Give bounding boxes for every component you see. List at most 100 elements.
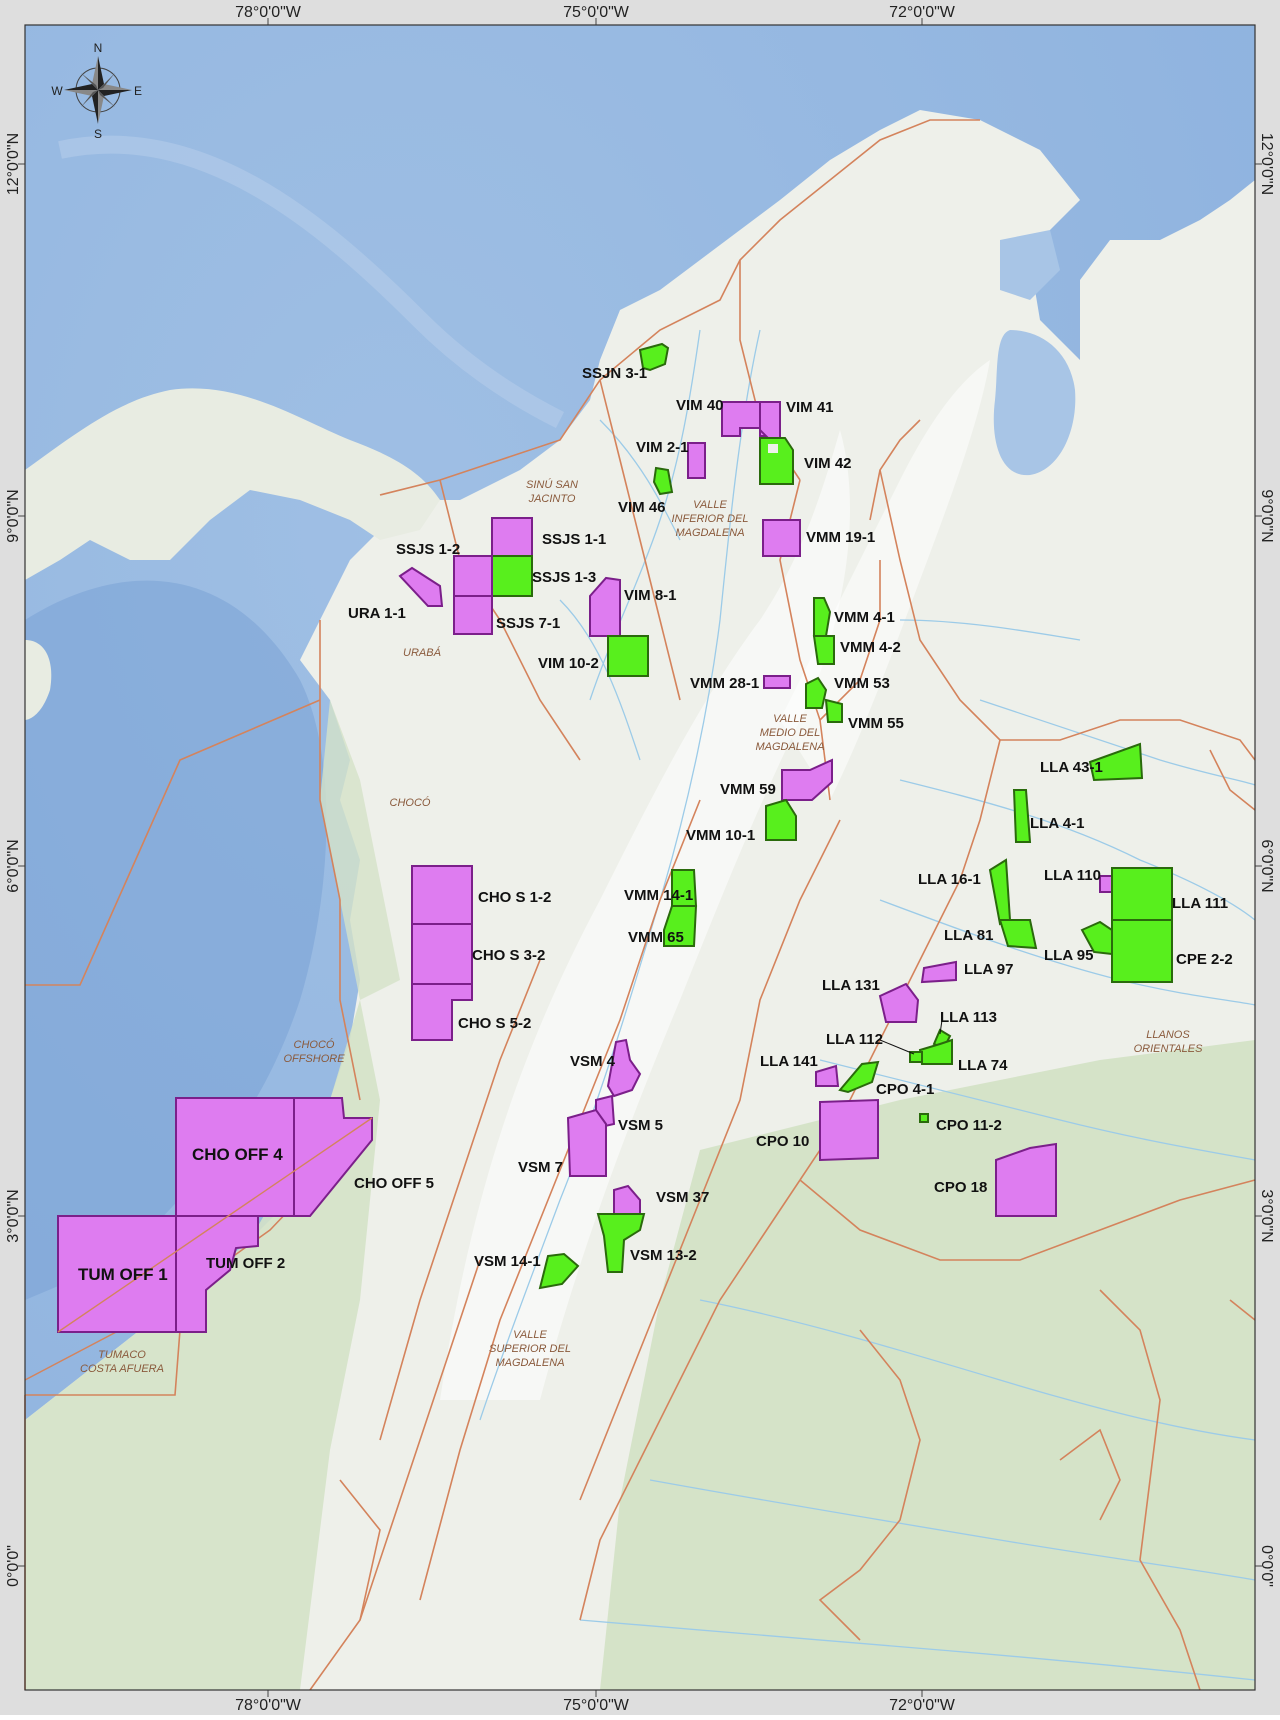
- label-cho-off-5: CHO OFF 5: [354, 1175, 434, 1192]
- block-lla-110[interactable]: [1099, 875, 1113, 893]
- coord-left-9n: 9°0'0"N: [5, 489, 22, 542]
- label-lla-112: LLA 112: [826, 1031, 883, 1048]
- label-lla-43-1: LLA 43-1: [1040, 759, 1103, 776]
- label-ura-1-1: URA 1-1: [348, 605, 406, 622]
- map-canvas[interactable]: N S E W 78°0'0"W 75°0'0"W 72°0'0"W 78°0'…: [0, 0, 1280, 1715]
- coord-top-78w: 78°0'0"W: [235, 4, 302, 21]
- region-valle-medio-2: MEDIO DEL: [760, 727, 821, 739]
- coord-right-12n: 12°0'0"N: [1258, 133, 1275, 195]
- block-cpe-2-2[interactable]: [1111, 919, 1173, 983]
- region-valle-sup-3: MAGDALENA: [495, 1357, 564, 1369]
- label-vmm-14-1: VMM 14-1: [624, 887, 693, 904]
- block-ssjs-1-2[interactable]: [453, 555, 493, 597]
- label-vim-40: VIM 40: [676, 397, 724, 414]
- coord-top-75w: 75°0'0"W: [563, 4, 630, 21]
- label-vsm-5: VSM 5: [618, 1117, 663, 1134]
- label-vim-8-1: VIM 8-1: [624, 587, 677, 604]
- label-cpe-2-2: CPE 2-2: [1176, 951, 1233, 968]
- region-valle-inf-1: VALLE: [693, 499, 727, 511]
- coord-bottom-78w: 78°0'0"W: [235, 1697, 302, 1714]
- label-vmm-19-1: VMM 19-1: [806, 529, 875, 546]
- label-cpo-11-2: CPO 11-2: [936, 1117, 1002, 1134]
- label-cpo-10: CPO 10: [756, 1133, 809, 1150]
- block-vmm-4-2[interactable]: [812, 635, 835, 665]
- block-cho-s-3-2[interactable]: [411, 923, 473, 985]
- label-vsm-4: VSM 4: [570, 1053, 616, 1070]
- coord-left-6n: 6°0'0"N: [5, 839, 22, 892]
- label-cpo-4-1: CPO 4-1: [876, 1081, 934, 1098]
- block-vim-41[interactable]: [759, 401, 781, 439]
- compass-w: W: [51, 84, 63, 98]
- coord-right-6n: 6°0'0"N: [1258, 839, 1275, 892]
- label-vsm-14-1: VSM 14-1: [474, 1253, 541, 1270]
- coord-left-0: 0°0'0": [5, 1545, 22, 1587]
- label-vsm-37: VSM 37: [656, 1189, 709, 1206]
- region-valle-inf-2: INFERIOR DEL: [671, 513, 748, 525]
- coord-right-3n: 3°0'0"N: [1258, 1189, 1275, 1242]
- label-lla-111: LLA 111: [1172, 895, 1228, 912]
- label-ssjs-1-2: SSJS 1-2: [396, 541, 460, 558]
- label-ssjn-3-1: SSJN 3-1: [582, 365, 647, 382]
- label-tum-off-2: TUM OFF 2: [206, 1255, 285, 1272]
- block-vim-10-2[interactable]: [607, 635, 649, 677]
- label-vmm-4-2: VMM 4-2: [840, 639, 901, 656]
- label-lla-4-1: LLA 4-1: [1030, 815, 1084, 832]
- region-choco-offshore-2: OFFSHORE: [283, 1053, 345, 1065]
- label-cho-s-5-2: CHO S 5-2: [458, 1015, 531, 1032]
- compass-s: S: [94, 127, 102, 141]
- coord-bottom-72w: 72°0'0"W: [889, 1697, 956, 1714]
- label-cho-s-1-2: CHO S 1-2: [478, 889, 551, 906]
- label-lla-97: LLA 97: [964, 961, 1013, 978]
- label-vsm-13-2: VSM 13-2: [630, 1247, 697, 1264]
- label-lla-131: LLA 131: [822, 977, 880, 994]
- region-jacinto: JACINTO: [528, 493, 576, 505]
- coord-left-12n: 12°0'0"N: [5, 133, 22, 195]
- block-vsm-7[interactable]: [566, 1108, 607, 1177]
- block-ssjs-7-1[interactable]: [453, 595, 493, 635]
- region-uraba: URABÁ: [403, 646, 441, 659]
- label-vim-46: VIM 46: [618, 499, 666, 516]
- compass-n: N: [94, 41, 103, 55]
- label-lla-81: LLA 81: [944, 927, 993, 944]
- label-vim-10-2: VIM 10-2: [538, 655, 599, 672]
- region-tumaco-1: TUMACO: [98, 1349, 146, 1361]
- label-lla-110: LLA 110: [1044, 867, 1101, 884]
- label-ssjs-1-1: SSJS 1-1: [542, 531, 606, 548]
- region-choco: CHOCÓ: [390, 796, 431, 809]
- region-llanos-1: LLANOS: [1146, 1029, 1190, 1041]
- block-vim-2-1[interactable]: [687, 442, 706, 479]
- block-vmm-19-1[interactable]: [762, 519, 801, 557]
- label-cho-off-4: CHO OFF 4: [192, 1145, 283, 1164]
- block-ssjs-1-3[interactable]: [491, 555, 533, 597]
- label-ssjs-1-3: SSJS 1-3: [532, 569, 596, 586]
- block-vmm-55[interactable]: [824, 698, 843, 723]
- block-cho-s-1-2[interactable]: [411, 865, 473, 925]
- block-ssjs-1-1[interactable]: [491, 517, 533, 557]
- label-vim-2-1: VIM 2-1: [636, 439, 689, 456]
- map-frame: N S E W 78°0'0"W 75°0'0"W 72°0'0"W 78°0'…: [0, 0, 1280, 1715]
- block-cpo-10[interactable]: [819, 1098, 879, 1162]
- coord-top-72w: 72°0'0"W: [889, 4, 956, 21]
- label-vmm-59: VMM 59: [720, 781, 776, 798]
- coord-bottom-75w: 75°0'0"W: [563, 1697, 630, 1714]
- label-vmm-65: VMM 65: [628, 929, 684, 946]
- label-vsm-7: VSM 7: [518, 1159, 563, 1176]
- label-lla-16-1: LLA 16-1: [918, 871, 981, 888]
- block-lla-111[interactable]: [1111, 867, 1173, 921]
- region-choco-offshore-1: CHOCÓ: [294, 1038, 335, 1051]
- label-vmm-55: VMM 55: [848, 715, 904, 732]
- region-sinu-san: SINÚ SAN: [526, 478, 578, 491]
- region-tumaco-2: COSTA AFUERA: [80, 1363, 164, 1375]
- label-vmm-10-1: VMM 10-1: [686, 827, 755, 844]
- coord-right-0: 0°0'0": [1258, 1545, 1275, 1587]
- block-vmm-28-1[interactable]: [763, 675, 791, 689]
- label-cho-s-3-2: CHO S 3-2: [472, 947, 545, 964]
- block-vim-42-hole: [768, 444, 778, 453]
- block-lla-4-1[interactable]: [1012, 789, 1032, 843]
- coord-left-3n: 3°0'0"N: [5, 1189, 22, 1242]
- region-llanos-2: ORIENTALES: [1134, 1043, 1204, 1055]
- compass-e: E: [134, 84, 142, 98]
- region-valle-medio-1: VALLE: [773, 713, 807, 725]
- label-tum-off-1: TUM OFF 1: [78, 1265, 168, 1284]
- block-cpo-11-2[interactable]: [919, 1113, 929, 1123]
